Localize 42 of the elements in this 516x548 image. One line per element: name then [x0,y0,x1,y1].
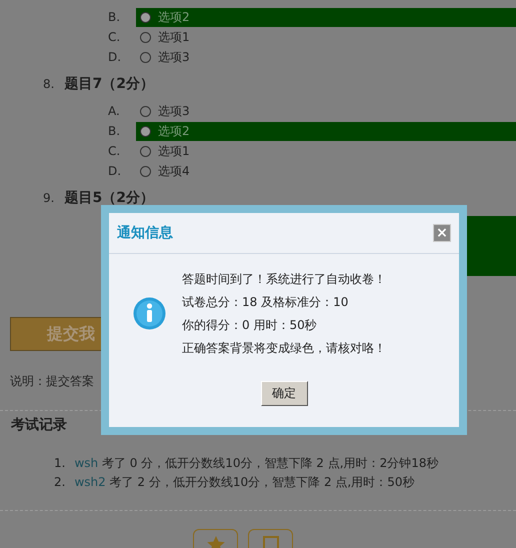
dialog-message: 你的得分：0 用时：50秒 [182,317,318,334]
dialog-title: 通知信息 [117,224,173,242]
option-text: 选项3 [158,48,190,66]
radio-button[interactable] [140,106,151,116]
option-letter: C. [108,144,122,158]
option-text: 选项3 [158,102,190,120]
question-title: 题目5（2分） [64,189,154,207]
radio-button[interactable] [140,52,151,62]
dialog-message: 试卷总分：18 及格标准分：10 [182,294,350,311]
option-text: 选项1 [158,28,190,46]
option-text: 选项4 [158,162,190,180]
ok-button[interactable]: 确定 [260,381,308,406]
close-button[interactable]: × [433,224,451,242]
star-icon [206,536,224,548]
option-letter: B. [108,124,122,138]
user-link[interactable]: wsh2 [74,475,106,489]
option-letter: B. [108,10,122,24]
info-icon [133,297,166,330]
radio-button[interactable] [140,12,151,22]
option-letter: D. [108,50,122,64]
record-text: 考了 0 分，低开分数线10分，智慧下降 2 点,用时：2分钟18秒 [102,456,438,470]
option-letter: C. [108,30,122,44]
option-letter: D. [108,164,122,178]
record-text: 考了 2 分，低开分数线10分，智慧下降 2 点,用时：50秒 [110,475,414,489]
radio-button[interactable] [140,126,151,136]
user-link[interactable]: wsh [74,456,98,470]
option-text: 选项2 [158,8,190,26]
section-title: 考试记录 [11,416,67,435]
radio-button[interactable] [140,166,151,176]
question-title: 题目7（2分） [64,75,154,93]
radio-button[interactable] [140,32,151,42]
option-letter: A. [108,104,121,118]
option-text: 选项1 [158,142,190,160]
record-number: 2. [54,474,66,491]
dialog-message: 正确答案背景将变成绿色，请核对咯！ [182,340,386,357]
radio-button[interactable] [140,146,151,156]
note-text: 说明：提交答案 [10,373,94,388]
record-number: 1. [54,455,66,472]
question-number: 8. [43,77,54,91]
option-text: 选项2 [158,122,190,140]
question-number: 9. [43,191,54,205]
dialog-message: 答题时间到了！系统进行了自动收卷！ [182,271,386,288]
